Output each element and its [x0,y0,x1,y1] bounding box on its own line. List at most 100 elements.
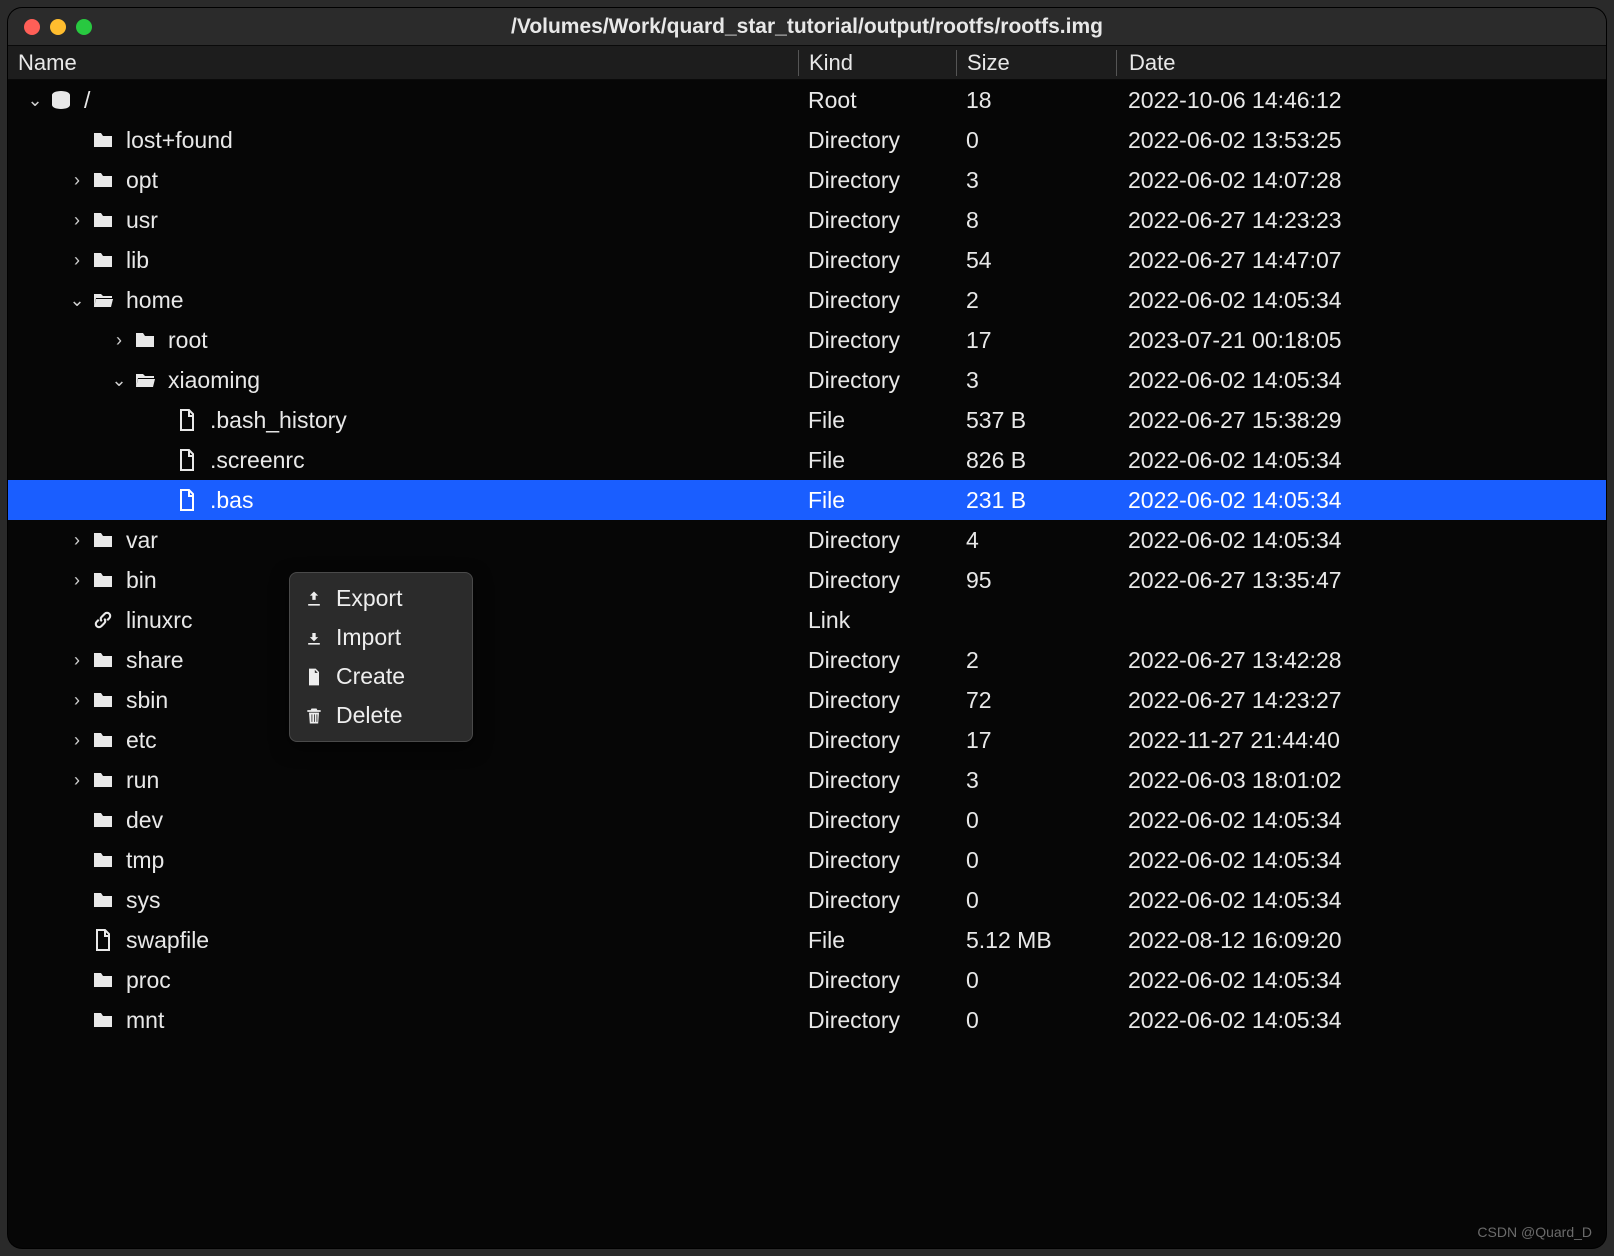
chevron-down-icon[interactable]: ⌄ [110,370,128,391]
tree-row[interactable]: ›mntDirectory02022-06-02 14:05:34 [8,1000,1606,1040]
item-kind: Directory [798,1007,956,1034]
header-kind[interactable]: Kind [798,50,956,76]
item-name: run [126,767,159,794]
item-kind: Directory [798,967,956,994]
context-create[interactable]: Create [294,657,468,696]
item-kind: Directory [798,567,956,594]
tree-row[interactable]: ›shareDirectory22022-06-27 13:42:28 [8,640,1606,680]
item-name: var [126,527,158,554]
chevron-right-icon[interactable]: › [68,770,86,791]
folder-icon [90,967,116,993]
tree-row[interactable]: ›rootDirectory172023-07-21 00:18:05 [8,320,1606,360]
chevron-right-icon[interactable]: › [110,330,128,351]
chevron-right-icon[interactable]: › [68,690,86,711]
window-controls [8,19,92,35]
chevron-right-icon[interactable]: › [68,210,86,231]
tree-row[interactable]: ⌄homeDirectory22022-06-02 14:05:34 [8,280,1606,320]
file-tree[interactable]: ⌄/Root182022-10-06 14:46:12›lost+foundDi… [8,80,1606,1248]
chevron-down-icon[interactable]: ⌄ [68,290,86,311]
export-icon [304,589,324,609]
chevron-right-icon[interactable]: › [68,650,86,671]
item-kind: Directory [798,647,956,674]
chevron-right-icon[interactable]: › [68,170,86,191]
chevron-down-icon[interactable]: ⌄ [26,90,44,111]
item-name: swapfile [126,927,209,954]
delete-icon [304,706,324,726]
folder-open-icon [132,367,158,393]
item-size: 72 [956,687,1116,714]
item-date: 2022-06-02 14:05:34 [1116,287,1606,314]
header-name[interactable]: Name [8,50,798,76]
tree-row[interactable]: ›.bash_historyFile537 B2022-06-27 15:38:… [8,400,1606,440]
tree-row[interactable]: ›procDirectory02022-06-02 14:05:34 [8,960,1606,1000]
item-date: 2022-06-27 14:23:27 [1116,687,1606,714]
item-size: 826 B [956,447,1116,474]
tree-row[interactable]: ›linuxrcLink [8,600,1606,640]
item-name: .screenrc [210,447,305,474]
folder-icon [90,727,116,753]
tree-row[interactable]: ›.screenrcFile826 B2022-06-02 14:05:34 [8,440,1606,480]
item-name: root [168,327,208,354]
item-date: 2022-06-02 14:05:34 [1116,447,1606,474]
tree-row[interactable]: ›optDirectory32022-06-02 14:07:28 [8,160,1606,200]
folder-icon [90,1007,116,1033]
tree-row[interactable]: ›usrDirectory82022-06-27 14:23:23 [8,200,1606,240]
titlebar[interactable]: /Volumes/Work/quard_star_tutorial/output… [8,8,1606,45]
item-kind: Directory [798,887,956,914]
tree-row[interactable]: ›swapfileFile5.12 MB2022-08-12 16:09:20 [8,920,1606,960]
item-kind: Directory [798,767,956,794]
file-icon [90,927,116,953]
item-name: mnt [126,1007,164,1034]
header-date[interactable]: Date [1116,50,1606,76]
tree-row[interactable]: ›binDirectory952022-06-27 13:35:47 [8,560,1606,600]
item-date: 2022-06-02 14:05:34 [1116,887,1606,914]
item-name: opt [126,167,158,194]
tree-row[interactable]: ›varDirectory42022-06-02 14:05:34 [8,520,1606,560]
tree-row[interactable]: ›sbinDirectory722022-06-27 14:23:27 [8,680,1606,720]
chevron-right-icon[interactable]: › [68,570,86,591]
tree-row[interactable]: ›.basFile231 B2022-06-02 14:05:34 [8,480,1606,520]
item-name: sys [126,887,161,914]
tree-row[interactable]: ›devDirectory02022-06-02 14:05:34 [8,800,1606,840]
context-export[interactable]: Export [294,579,468,618]
item-kind: Link [798,607,956,634]
context-menu: Export Import Create Delete [289,572,473,742]
item-size: 17 [956,727,1116,754]
tree-row[interactable]: ›tmpDirectory02022-06-02 14:05:34 [8,840,1606,880]
item-kind: Directory [798,727,956,754]
context-delete[interactable]: Delete [294,696,468,735]
tree-row[interactable]: ›runDirectory32022-06-03 18:01:02 [8,760,1606,800]
item-size: 3 [956,367,1116,394]
item-kind: Directory [798,247,956,274]
chevron-right-icon[interactable]: › [68,730,86,751]
chevron-right-icon[interactable]: › [68,530,86,551]
item-size: 5.12 MB [956,927,1116,954]
tree-row[interactable]: ⌄/Root182022-10-06 14:46:12 [8,80,1606,120]
tree-row[interactable]: ⌄xiaomingDirectory32022-06-02 14:05:34 [8,360,1606,400]
item-date: 2022-06-27 14:23:23 [1116,207,1606,234]
minimize-button[interactable] [50,19,66,35]
item-date: 2022-06-02 13:53:25 [1116,127,1606,154]
item-name: bin [126,567,157,594]
tree-row[interactable]: ›lost+foundDirectory02022-06-02 13:53:25 [8,120,1606,160]
tree-row[interactable]: ›etcDirectory172022-11-27 21:44:40 [8,720,1606,760]
tree-row[interactable]: ›sysDirectory02022-06-02 14:05:34 [8,880,1606,920]
chevron-right-icon[interactable]: › [68,250,86,271]
tree-row[interactable]: ›libDirectory542022-06-27 14:47:07 [8,240,1606,280]
item-name: lost+found [126,127,233,154]
context-delete-label: Delete [336,702,402,729]
disk-icon [48,87,74,113]
item-name: linuxrc [126,607,192,634]
folder-open-icon [90,287,116,313]
item-kind: Directory [798,207,956,234]
item-kind: Directory [798,327,956,354]
maximize-button[interactable] [76,19,92,35]
item-date: 2022-06-02 14:07:28 [1116,167,1606,194]
close-button[interactable] [24,19,40,35]
header-size[interactable]: Size [956,50,1116,76]
item-size: 18 [956,87,1116,114]
folder-icon [90,807,116,833]
item-size: 2 [956,647,1116,674]
context-import[interactable]: Import [294,618,468,657]
item-size: 2 [956,287,1116,314]
